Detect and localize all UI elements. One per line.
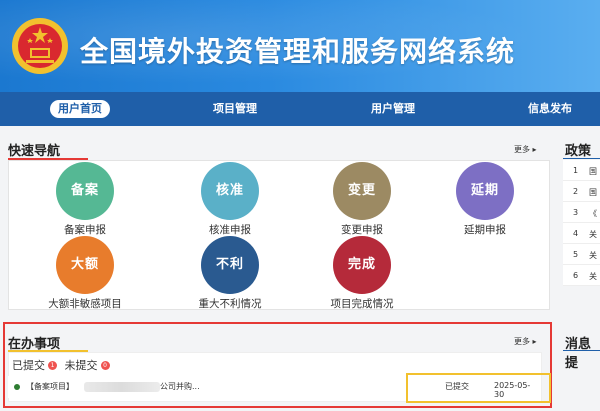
more-label: 更多 <box>514 337 530 346</box>
quick-nav-more-link[interactable]: 更多 ▸ <box>514 144 537 155</box>
row-text: 关 <box>589 251 597 260</box>
policy-row[interactable]: 3 《 <box>563 202 600 223</box>
row-text: 国 <box>589 167 597 176</box>
tile-label: 延期申报 <box>464 224 506 236</box>
row-name: 公司并购... <box>160 382 200 391</box>
nav-item-home[interactable]: 用户首页 <box>40 92 120 126</box>
row-number: 2 <box>573 187 579 196</box>
row-number: 6 <box>573 271 579 280</box>
policy-row[interactable]: 1国 <box>563 160 600 181</box>
messages-title: 消息提 <box>565 337 592 371</box>
quick-nav-tile-large-amount[interactable]: 大额 大额非敏感项目 <box>30 236 140 311</box>
policy-list: 1国 2国 3 《 4关 5关 6关 <box>563 160 600 286</box>
nav-item-label: 信息发布 <box>528 102 572 115</box>
row-number: 3 <box>573 208 579 217</box>
count-badge: 0 <box>100 360 110 370</box>
extension-icon: 延期 <box>456 162 514 220</box>
row-number: 5 <box>573 250 579 259</box>
approval-icon: 核准 <box>201 162 259 220</box>
policy-row[interactable]: 2国 <box>563 181 600 202</box>
policy-row[interactable]: 5关 <box>563 244 600 265</box>
messages-divider <box>563 350 600 351</box>
row-text: 关 <box>589 272 597 281</box>
tile-label: 大额非敏感项目 <box>48 298 122 310</box>
completion-icon: 完成 <box>333 236 391 294</box>
quick-nav-tile-filing[interactable]: 备案 备案申报 <box>30 162 140 237</box>
row-text: 关 <box>589 230 597 239</box>
quick-nav-tile-completion[interactable]: 完成 项目完成情况 <box>307 236 417 311</box>
status-dot-icon <box>14 384 20 390</box>
nav-item-projects[interactable]: 项目管理 <box>195 92 275 126</box>
quick-nav-title: 快速导航 <box>8 144 61 159</box>
quick-nav-tile-change[interactable]: 变更 变更申报 <box>307 162 417 237</box>
page-title: 全国境外投资管理和服务网络系统 <box>80 35 516 68</box>
row-number: 1 <box>573 166 579 175</box>
nav-item-label: 项目管理 <box>213 102 257 115</box>
tile-label: 核准申报 <box>209 224 251 236</box>
todo-more-link[interactable]: 更多 ▸ <box>514 336 537 347</box>
tile-label: 变更申报 <box>341 224 383 236</box>
nav-item-info[interactable]: 信息发布 <box>510 92 590 126</box>
nav-item-label: 用户管理 <box>371 102 415 115</box>
nav-item-users[interactable]: 用户管理 <box>353 92 433 126</box>
count-badge: 1 <box>48 360 57 370</box>
policy-row[interactable]: 4关 <box>563 223 600 244</box>
row-number: 4 <box>573 229 579 238</box>
more-label: 更多 <box>514 145 530 154</box>
national-emblem-icon <box>12 18 68 74</box>
quick-nav-tile-approval[interactable]: 核准 核准申报 <box>175 162 285 237</box>
header-banner: 全国境外投资管理和服务网络系统 <box>0 0 600 92</box>
policy-divider <box>563 158 600 159</box>
tab-unsubmitted[interactable]: 未提交 0 <box>65 359 114 372</box>
policy-row[interactable]: 6关 <box>563 265 600 286</box>
adverse-icon: 不利 <box>201 236 259 294</box>
redacted-name <box>84 382 160 392</box>
filing-icon: 备案 <box>56 162 114 220</box>
main-nav: 用户首页 项目管理 用户管理 信息发布 <box>0 92 600 126</box>
nav-item-label: 用户首页 <box>50 100 110 118</box>
row-tag: 【备案项目】 <box>26 382 74 391</box>
tile-label: 项目完成情况 <box>330 298 394 310</box>
quick-nav-tile-adverse[interactable]: 不利 重大不利情况 <box>175 236 285 311</box>
row-text: 国 <box>589 188 597 197</box>
status-highlight-frame <box>406 373 551 403</box>
tab-label: 未提交 <box>64 359 98 372</box>
quick-nav-tile-extension[interactable]: 延期 延期申报 <box>430 162 540 237</box>
row-text: 《 <box>589 209 597 218</box>
tile-label: 备案申报 <box>64 224 106 236</box>
tab-label: 已提交 <box>12 359 45 372</box>
change-icon: 变更 <box>333 162 391 220</box>
tile-label: 重大不利情况 <box>198 298 262 310</box>
large-amount-icon: 大额 <box>56 236 114 294</box>
tab-submitted[interactable]: 已提交 1 <box>12 359 61 372</box>
todo-tabs: 已提交 1 未提交 0 <box>12 357 114 373</box>
